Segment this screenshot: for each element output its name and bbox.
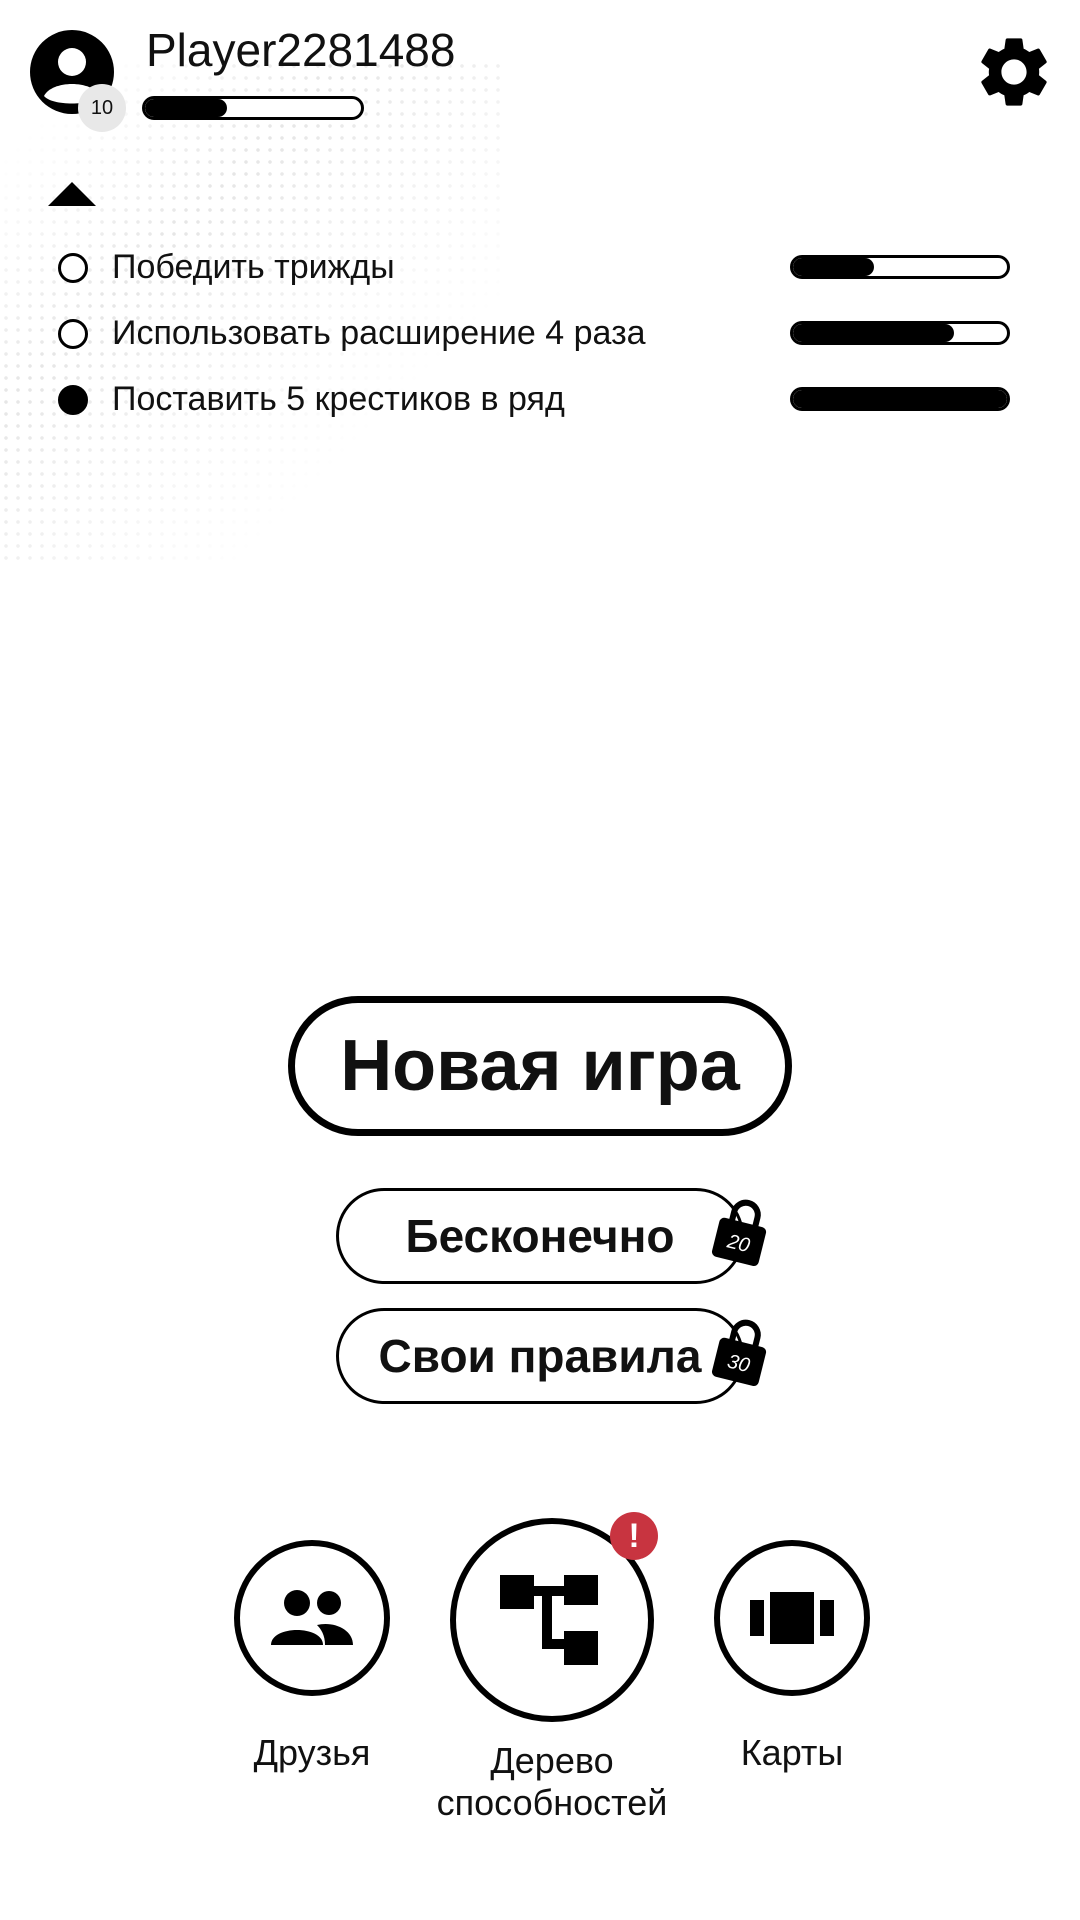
quest-progress-bar [790, 321, 1010, 345]
tree-icon [500, 1575, 598, 1665]
notification-badge: ! [610, 1512, 658, 1560]
triangle-up-icon[interactable] [46, 180, 98, 208]
quest-item: Поставить 5 крестиков в ряд [54, 379, 1014, 419]
gear-icon[interactable] [972, 30, 1056, 114]
quest-status-radio [58, 253, 88, 283]
custom-rules-button[interactable]: Свои правила [336, 1308, 744, 1404]
skill-tree-label-line2: способностей [436, 1782, 668, 1823]
quest-progress-bar [790, 255, 1010, 279]
quest-progress-bar [790, 387, 1010, 411]
friends-label: Друзья [253, 1732, 371, 1773]
level-badge: 10 [78, 84, 126, 132]
friends-button[interactable] [234, 1540, 390, 1696]
people-icon [271, 1590, 353, 1645]
quest-item: Победить трижды [54, 247, 1014, 287]
cards-icon [750, 1592, 834, 1644]
xp-progress-fill [145, 99, 228, 117]
quest-label: Использовать расширение 4 раза [112, 314, 646, 352]
quest-progress-fill [793, 324, 954, 342]
skill-tree-label-line1: Дерево [490, 1740, 614, 1781]
quest-status-radio [58, 385, 88, 415]
quest-progress-fill [793, 258, 875, 276]
endless-mode-button[interactable]: Бесконечно [336, 1188, 744, 1284]
cards-label: Карты [740, 1732, 844, 1773]
xp-progress-bar [142, 96, 364, 120]
quest-label: Победить трижды [112, 248, 395, 286]
lock-icon: 20 [711, 1199, 767, 1267]
quest-progress-fill [793, 390, 1007, 408]
new-game-button[interactable]: Новая игра [288, 996, 792, 1136]
quest-status-radio [58, 319, 88, 349]
quest-label: Поставить 5 крестиков в ряд [112, 380, 565, 418]
cards-button[interactable] [714, 1540, 870, 1696]
quest-item: Использовать расширение 4 раза [54, 313, 1014, 353]
lock-icon: 30 [711, 1319, 767, 1387]
dotted-background-pattern [0, 60, 500, 560]
skill-tree-label: Дерево способностей [412, 1740, 692, 1824]
player-name: Player2281488 [146, 24, 456, 76]
